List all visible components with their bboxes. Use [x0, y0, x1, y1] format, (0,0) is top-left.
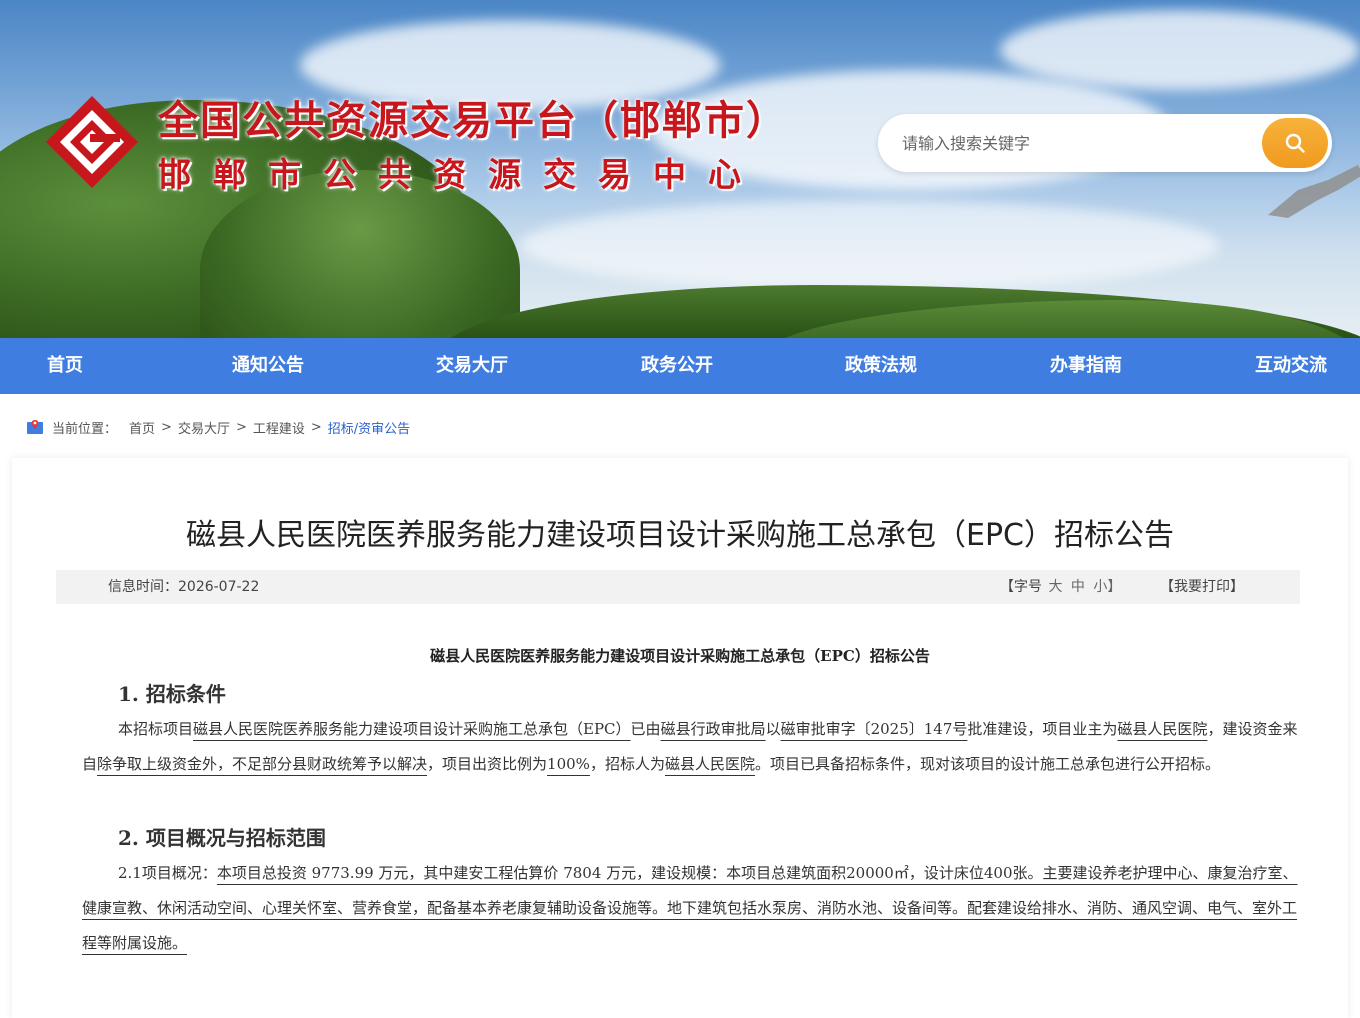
- breadcrumb-home[interactable]: 首页: [129, 418, 155, 437]
- section-heading: 1. 招标条件: [118, 682, 226, 706]
- project-name: 磁县人民医院医养服务能力建设项目设计采购施工总承包（EPC）: [193, 720, 631, 738]
- breadcrumb-label: 当前位置：: [52, 421, 118, 437]
- font-size-large[interactable]: 大: [1048, 579, 1062, 595]
- text: 本招标项目: [118, 720, 194, 738]
- nav-trading-hall[interactable]: 交易大厅: [436, 338, 508, 394]
- nav-guide[interactable]: 办事指南: [1050, 338, 1122, 394]
- breadcrumb-separator: >: [310, 419, 322, 435]
- text: 批准建设，项目业主为: [967, 720, 1118, 738]
- article-date: 信息时间：2026-07-22: [108, 570, 259, 604]
- main-nav: 首页 通知公告 交易大厅 政务公开 政策法规 办事指南 互动交流: [0, 338, 1360, 394]
- section2-paragraph: 2.1项目概况：本项目总投资 9773.99 万元，其中建安工程估算价 7804…: [82, 856, 1298, 961]
- funding-ratio: 100%: [547, 755, 590, 773]
- breadcrumb-current[interactable]: 招标/资审公告: [328, 418, 410, 437]
- font-size-small[interactable]: 小】: [1093, 579, 1121, 595]
- print-button[interactable]: 【我要打印】: [1160, 570, 1244, 604]
- text: 2.1项目概况：: [118, 864, 217, 882]
- search-input[interactable]: [902, 114, 1252, 172]
- breadcrumb-separator: >: [235, 419, 247, 435]
- section-heading: 2. 项目概况与招标范围: [118, 826, 326, 850]
- text: 已由: [630, 720, 661, 738]
- nav-policies[interactable]: 政策法规: [845, 338, 917, 394]
- funding-source: 除争取上级资金外，不足部分县财政统筹予以解决: [97, 755, 428, 773]
- project-owner: 磁县人民医院: [1117, 720, 1208, 738]
- header-banner: 全国公共资源交易平台（邯郸市） 邯郸市公共资源交易中心: [0, 0, 1360, 338]
- font-size-control: 【字号 大 中 小】: [1000, 570, 1123, 604]
- tenderer: 磁县人民医院: [664, 755, 755, 773]
- date-value: 2026-07-22: [178, 579, 260, 595]
- approval-number: 磁审批审字〔2025〕147号: [780, 720, 968, 738]
- banner-cloud: [520, 200, 1220, 290]
- approver: 磁县行政审批局: [660, 720, 766, 738]
- banner-cloud: [1000, 10, 1360, 90]
- search-icon: [1285, 133, 1305, 153]
- nav-notices[interactable]: 通知公告: [232, 338, 304, 394]
- search-box: [878, 114, 1332, 172]
- text: ，项目出资比例为: [427, 755, 548, 773]
- text: 以: [765, 720, 781, 738]
- font-size-medium[interactable]: 中: [1071, 579, 1085, 595]
- text: ，招标人为: [589, 755, 665, 773]
- document-title: 磁县人民医院医养服务能力建设项目设计采购施工总承包（EPC）招标公告: [430, 647, 930, 665]
- article-info-bar: 信息时间：2026-07-22 【字号 大 中 小】 【我要打印】: [56, 570, 1300, 604]
- date-label: 信息时间：: [108, 579, 178, 595]
- breadcrumb-trading-hall[interactable]: 交易大厅: [178, 418, 230, 437]
- font-size-label: 【字号: [1000, 579, 1042, 595]
- site-title: 全国公共资源交易平台（邯郸市）: [158, 98, 788, 144]
- location-icon: [27, 420, 43, 434]
- search-button[interactable]: [1262, 118, 1328, 168]
- nav-government-affairs[interactable]: 政务公开: [641, 338, 713, 394]
- article-title: 磁县人民医院医养服务能力建设项目设计采购施工总承包（EPC）招标公告: [186, 518, 1174, 553]
- breadcrumb-separator: >: [161, 419, 172, 435]
- breadcrumb: 当前位置： 首页 > 交易大厅 > 工程建设 > 招标/资审公告: [26, 416, 410, 438]
- text: 。项目已具备招标条件，现对该项目的设计施工总承包进行公开招标。: [754, 755, 1220, 773]
- exchange-logo-icon: [46, 96, 138, 188]
- nav-interaction[interactable]: 互动交流: [1255, 338, 1327, 394]
- site-subtitle: 邯郸市公共资源交易中心: [158, 155, 763, 194]
- breadcrumb-engineering[interactable]: 工程建设: [253, 418, 305, 437]
- nav-home[interactable]: 首页: [47, 338, 83, 394]
- section1-paragraph: 本招标项目磁县人民医院医养服务能力建设项目设计采购施工总承包（EPC）已由磁县行…: [82, 712, 1298, 782]
- project-overview: 本项目总投资 9773.99 万元，其中建安工程估算价 7804 万元，建设规模…: [82, 864, 1298, 952]
